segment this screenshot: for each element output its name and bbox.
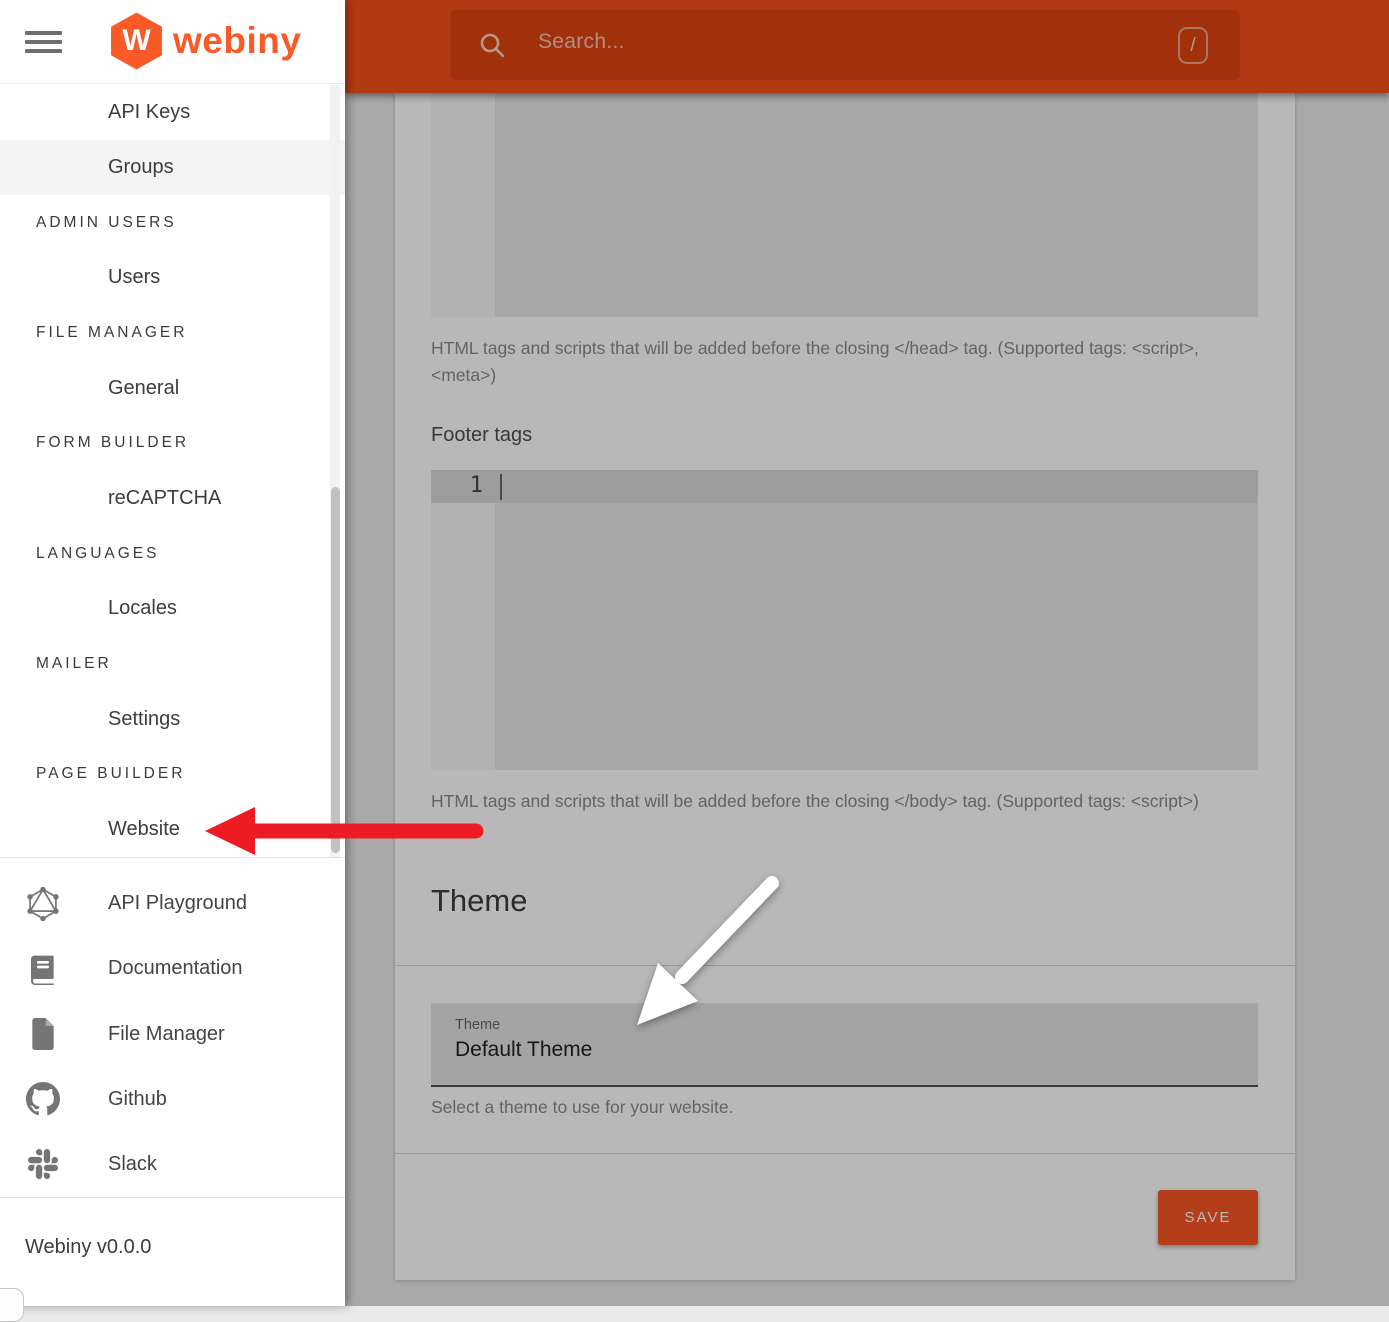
sidebar-section-file-manager: FILE MANAGER	[0, 306, 345, 361]
sidebar-item-users[interactable]: Users	[0, 250, 345, 305]
hamburger-menu-icon[interactable]	[25, 31, 62, 53]
github-icon	[24, 1080, 62, 1118]
sidebar-scrollbar-thumb[interactable]	[331, 487, 340, 853]
sidebar-item-general[interactable]: General	[0, 361, 345, 416]
sidebar-link-file-manager[interactable]: File Manager	[0, 1001, 345, 1066]
red-arrow-annotation	[200, 800, 490, 862]
webiny-logo-wordmark: webiny	[173, 20, 301, 62]
divider	[0, 1197, 345, 1198]
sidebar-item-groups[interactable]: Groups	[0, 140, 345, 195]
sidebar-section-form-builder: FORM BUILDER	[0, 416, 345, 471]
file-icon	[24, 1015, 62, 1053]
white-arrow-annotation	[620, 868, 795, 1043]
webiny-logo[interactable]: W webiny	[110, 12, 301, 70]
sidebar-item-api-keys[interactable]: API Keys	[0, 85, 345, 140]
sidebar: W webiny API KeysGroupsADMIN USERSUsersF…	[0, 0, 345, 1306]
sidebar-menu: API KeysGroupsADMIN USERSUsersFILE MANAG…	[0, 85, 345, 857]
sidebar-link-github[interactable]: Github	[0, 1067, 345, 1132]
corner-widget	[0, 1288, 24, 1322]
sidebar-section-mailer: MAILER	[0, 636, 345, 691]
sidebar-section-page-builder: PAGE BUILDER	[0, 747, 345, 802]
graphql-icon	[24, 885, 62, 923]
app-version: Webiny v0.0.0	[25, 1236, 151, 1259]
book-icon	[24, 950, 62, 988]
sidebar-link-api-playground[interactable]: API Playground	[0, 871, 345, 936]
sidebar-link-slack[interactable]: Slack	[0, 1132, 345, 1197]
main-content-area: HTML tags and scripts that will be added…	[345, 0, 1389, 1306]
sidebar-links: API PlaygroundDocumentationFile ManagerG…	[0, 871, 345, 1197]
sidebar-link-documentation[interactable]: Documentation	[0, 936, 345, 1001]
webiny-logo-hexagon: W	[110, 13, 163, 70]
slack-icon	[24, 1145, 62, 1183]
sidebar-item-locales[interactable]: Locales	[0, 581, 345, 636]
sidebar-item-settings[interactable]: Settings	[0, 692, 345, 747]
sidebar-header: W webiny	[0, 0, 345, 84]
sidebar-item-recaptcha[interactable]: reCAPTCHA	[0, 471, 345, 526]
sidebar-section-admin-users: ADMIN USERS	[0, 195, 345, 250]
dim-overlay	[345, 0, 1389, 1306]
sidebar-section-languages: LANGUAGES	[0, 526, 345, 581]
